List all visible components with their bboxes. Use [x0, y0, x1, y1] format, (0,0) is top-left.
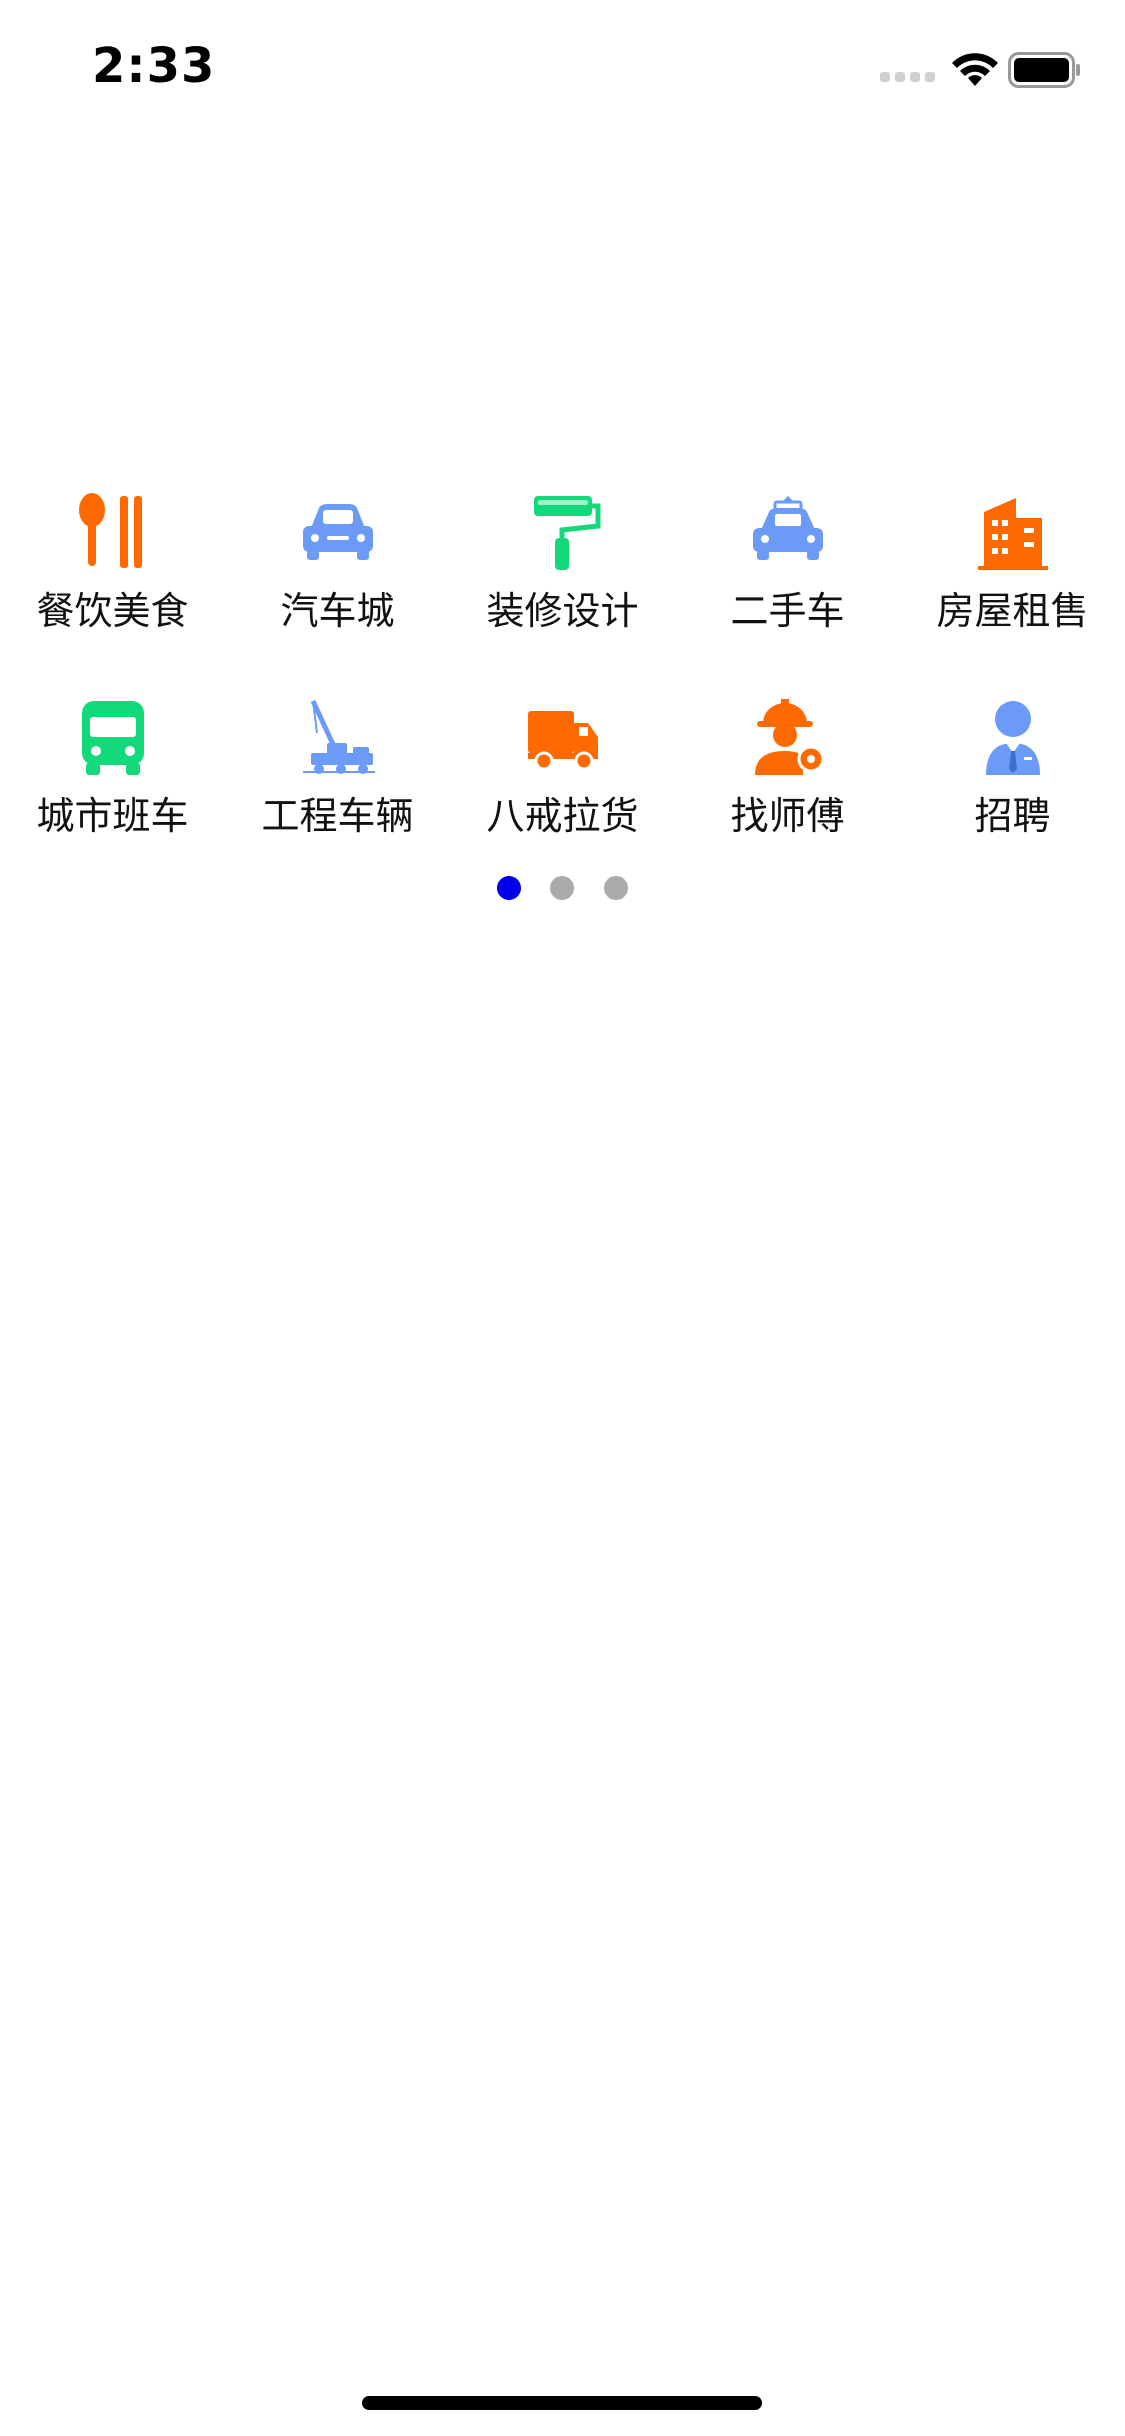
- category-label: 二手车: [730, 589, 845, 633]
- page-dot[interactable]: [604, 876, 628, 900]
- page-dot-active[interactable]: [497, 876, 521, 900]
- category-item-used-car[interactable]: 二手车: [675, 480, 900, 685]
- category-item-engineering-vehicle[interactable]: 工程车辆: [225, 685, 450, 890]
- home-indicator[interactable]: [362, 2396, 762, 2410]
- category-item-city-bus[interactable]: 城市班车: [0, 685, 225, 890]
- delivery-truck-icon: [527, 711, 598, 771]
- category-item-recruitment[interactable]: 招聘: [900, 685, 1125, 890]
- category-row: 餐饮美食 汽车城 装修设计 二手车 房屋租售: [0, 480, 1125, 685]
- category-label: 汽车城: [280, 589, 395, 633]
- worker-icon: [754, 699, 824, 775]
- category-label: 城市班车: [36, 794, 189, 838]
- category-item-car-city[interactable]: 汽车城: [225, 480, 450, 685]
- category-item-food[interactable]: 餐饮美食: [0, 480, 225, 685]
- category-label: 找师傅: [730, 794, 845, 838]
- recruit-person-icon: [985, 701, 1040, 775]
- wifi-icon: [952, 53, 998, 86]
- building-icon: [977, 498, 1048, 570]
- category-grid: 餐饮美食 汽车城 装修设计 二手车 房屋租售 城市班车 工程车辆 八戒拉货 找师…: [0, 480, 1125, 890]
- category-item-find-master[interactable]: 找师傅: [675, 685, 900, 890]
- spoon-chopsticks-icon: [78, 493, 142, 568]
- battery-icon: [1008, 52, 1080, 88]
- category-item-decoration[interactable]: 装修设计: [450, 480, 675, 685]
- status-time: 2:33: [92, 38, 216, 94]
- status-bar: 2:33: [0, 0, 1125, 132]
- cellular-signal-icon: [880, 72, 935, 82]
- category-row: 城市班车 工程车辆 八戒拉货 找师傅 招聘: [0, 685, 1125, 890]
- category-label: 八戒拉货: [486, 794, 639, 838]
- category-label: 招聘: [974, 794, 1051, 838]
- category-label: 装修设计: [486, 589, 639, 633]
- category-item-freight[interactable]: 八戒拉货: [450, 685, 675, 890]
- category-label: 房屋租售: [936, 589, 1089, 633]
- category-label: 餐饮美食: [36, 589, 189, 633]
- used-car-icon: [752, 496, 823, 560]
- page-dot[interactable]: [550, 876, 574, 900]
- bus-icon: [81, 701, 144, 775]
- car-icon: [302, 504, 373, 560]
- category-label: 工程车辆: [261, 794, 414, 838]
- page-control[interactable]: [0, 876, 1125, 902]
- crane-truck-icon: [302, 699, 375, 774]
- paint-roller-icon: [533, 496, 600, 570]
- category-item-housing[interactable]: 房屋租售: [900, 480, 1125, 685]
